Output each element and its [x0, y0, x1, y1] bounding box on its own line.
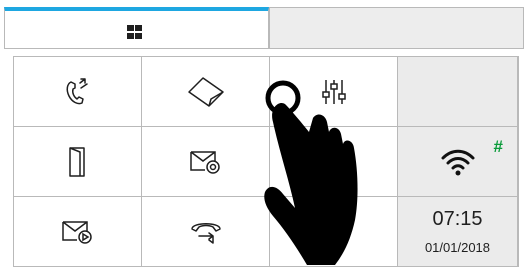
tab-bar	[4, 7, 524, 51]
pointing-hand-icon	[264, 80, 358, 265]
clock-time: 07:15	[432, 208, 483, 230]
call-transfer-icon	[66, 77, 88, 104]
tab-home[interactable]	[4, 7, 269, 49]
call-forward-button[interactable]	[142, 197, 270, 267]
wifi-status: #	[398, 127, 518, 197]
tab-secondary[interactable]	[269, 7, 524, 49]
door-opener-button[interactable]	[142, 57, 270, 127]
door-button[interactable]	[14, 127, 142, 197]
call-transfer-button[interactable]	[14, 57, 142, 127]
wifi-badge: #	[493, 137, 503, 156]
grid-icon	[127, 25, 142, 39]
message-play-button[interactable]	[14, 197, 142, 267]
call-forward-icon	[190, 222, 221, 244]
message-settings-icon	[189, 150, 220, 174]
clock-date: 01/01/2018	[424, 240, 491, 255]
door-opener-icon	[187, 76, 224, 107]
wifi-icon	[441, 149, 474, 175]
message-settings-button[interactable]	[142, 127, 270, 197]
clock-panel: 07:15 01/01/2018	[398, 197, 518, 267]
door-icon	[68, 146, 85, 177]
empty-slot	[398, 57, 518, 127]
message-play-icon	[61, 220, 92, 244]
